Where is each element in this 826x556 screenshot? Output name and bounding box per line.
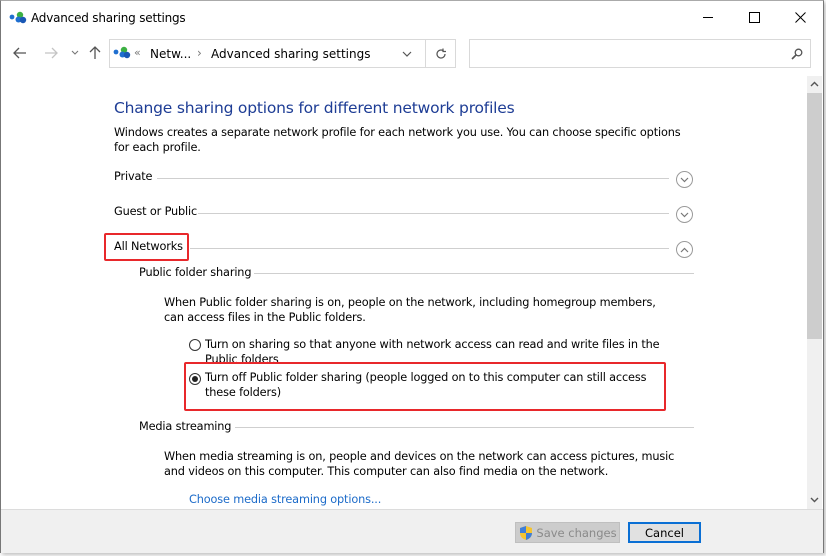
search-icon [791, 48, 803, 60]
cancel-button[interactable]: Cancel [628, 522, 701, 543]
breadcrumb-current[interactable]: Advanced sharing settings [211, 47, 370, 61]
back-arrow-icon[interactable] [13, 47, 27, 59]
save-changes-label: Save changes [536, 525, 617, 540]
scroll-down-icon[interactable] [810, 497, 819, 503]
chevron-down-icon [680, 177, 689, 182]
media-streaming-title: Media streaming [139, 420, 232, 433]
up-arrow-icon[interactable] [89, 46, 101, 60]
radio-turn-off-sharing[interactable] [189, 373, 201, 385]
radio-turn-on-sharing-label[interactable]: Turn on sharing so that anyone with netw… [205, 337, 675, 362]
expand-private-button[interactable] [676, 171, 693, 188]
page-heading: Change sharing options for different net… [114, 99, 515, 117]
recent-pages-chevron-icon[interactable] [71, 50, 79, 56]
profile-private-label[interactable]: Private [114, 169, 152, 184]
footer-bar: Save changes Cancel [1, 509, 823, 553]
close-button[interactable] [777, 1, 823, 33]
divider [198, 213, 669, 214]
breadcrumb-network[interactable]: Netw... [150, 47, 191, 61]
vertical-scrollbar[interactable] [807, 76, 822, 509]
cancel-label: Cancel [645, 525, 684, 540]
window-title: Advanced sharing settings [31, 11, 186, 25]
address-bar[interactable]: « Netw... › Advanced sharing settings [109, 39, 456, 68]
address-divider [425, 40, 426, 67]
search-input[interactable] [469, 39, 811, 68]
save-changes-button[interactable]: Save changes [515, 522, 620, 543]
close-icon [794, 11, 806, 23]
public-folder-sharing-title: Public folder sharing [139, 266, 252, 279]
scroll-up-icon[interactable] [810, 81, 819, 87]
radio-turn-off-sharing-label[interactable]: Turn off Public folder sharing (people l… [205, 370, 665, 400]
maximize-button[interactable] [731, 1, 777, 33]
chevron-down-icon [680, 212, 689, 217]
radio-turn-on-sharing[interactable] [189, 339, 201, 351]
network-icon [9, 11, 27, 24]
divider [235, 427, 694, 428]
divider [190, 248, 669, 249]
network-icon [113, 46, 131, 59]
collapse-all-networks-button[interactable] [676, 241, 693, 258]
address-dropdown-chevron-icon[interactable] [402, 51, 412, 58]
maximize-icon [748, 11, 760, 23]
minimize-button[interactable] [685, 1, 731, 33]
profile-all-networks-label[interactable]: All Networks [114, 239, 183, 254]
chevron-up-icon [680, 247, 689, 252]
scrollbar-thumb[interactable] [807, 93, 822, 339]
public-folder-description: When Public folder sharing is on, people… [164, 296, 656, 324]
divider [254, 273, 694, 274]
intro-text: Windows creates a separate network profi… [114, 126, 681, 154]
radio-selected-dot [192, 376, 198, 382]
profile-guest-public-label[interactable]: Guest or Public [114, 204, 197, 219]
media-streaming-description: When media streaming is on, people and d… [164, 450, 675, 478]
expand-guest-public-button[interactable] [676, 206, 693, 223]
minimize-icon [703, 17, 713, 18]
forward-arrow-icon[interactable] [44, 47, 58, 59]
divider [157, 178, 669, 179]
window: Advanced sharing settings « Netw... › Ad… [0, 0, 824, 553]
breadcrumb-separator[interactable]: › [197, 46, 202, 60]
media-streaming-options-link[interactable]: Choose media streaming options... [189, 492, 381, 507]
uac-shield-icon [520, 525, 533, 540]
breadcrumb-overflow[interactable]: « [134, 46, 141, 59]
refresh-icon[interactable] [434, 47, 448, 61]
